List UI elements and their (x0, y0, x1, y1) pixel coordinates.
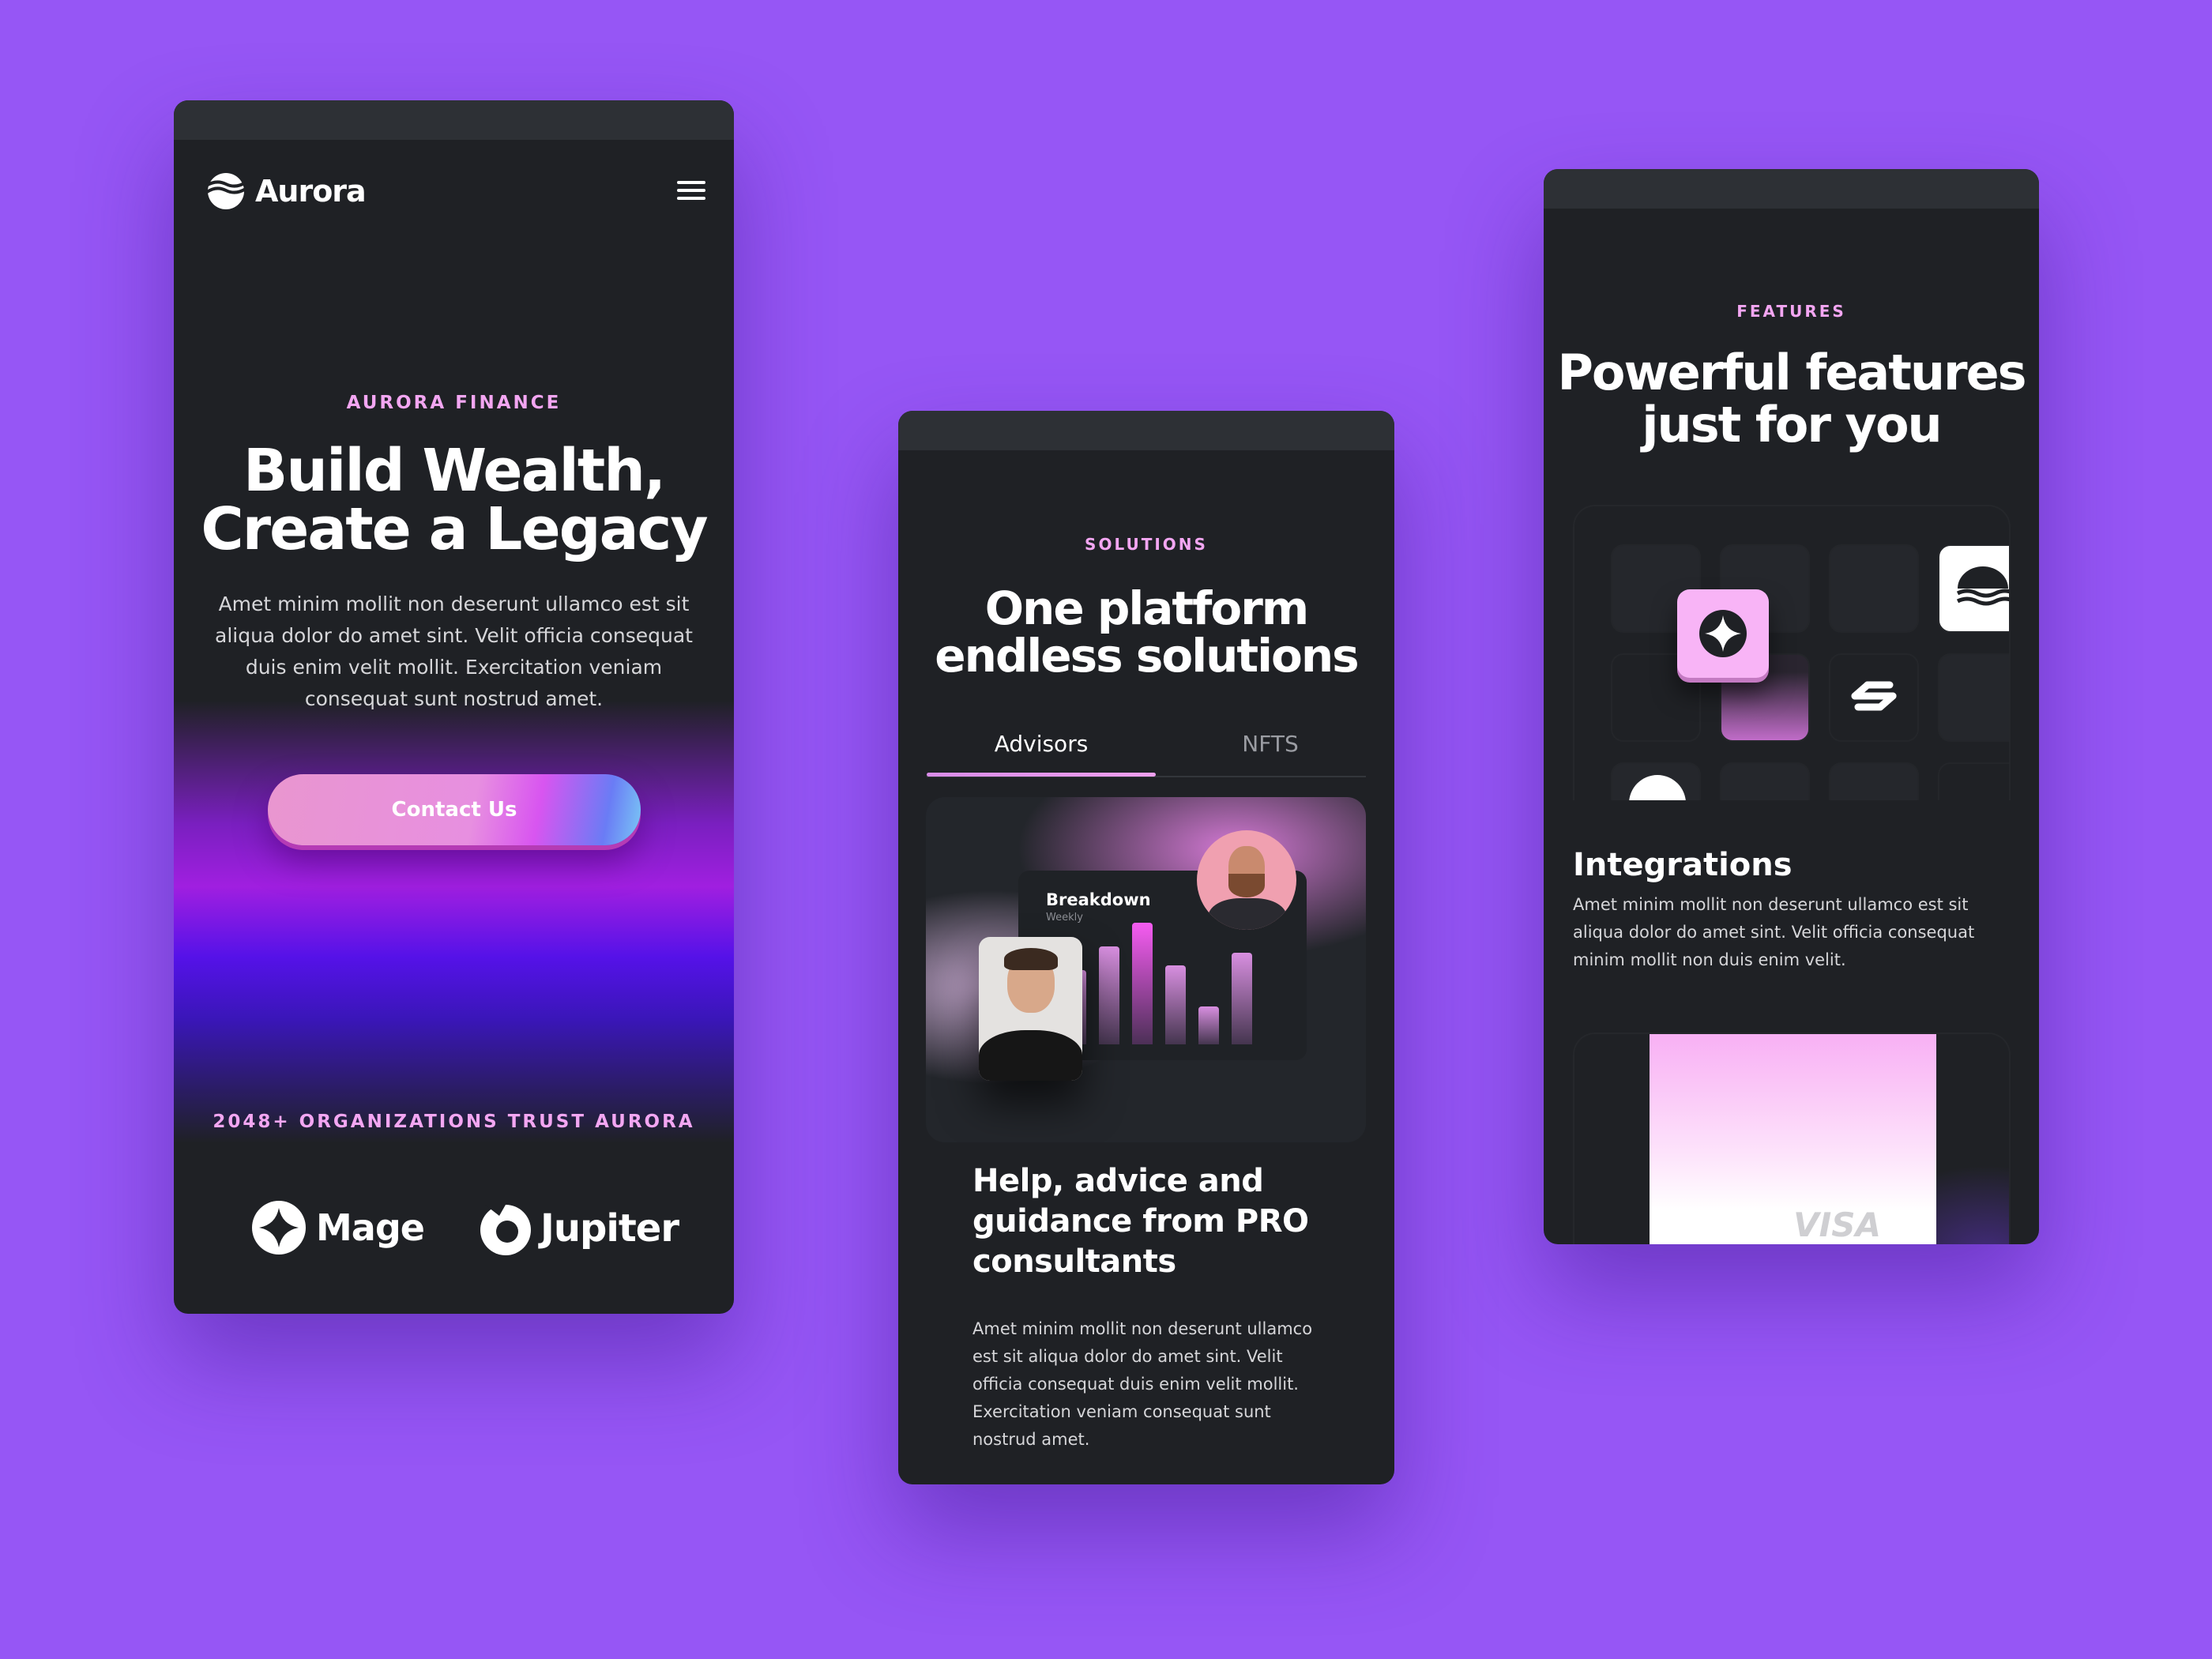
integrations-grid (1573, 505, 2011, 800)
title-line: just for you (1642, 396, 1942, 453)
page-title: Build Wealth, Create a Legacy (174, 442, 734, 559)
logo-jupiter: Jupiter (477, 1200, 679, 1257)
title-line: endless solutions (935, 629, 1359, 683)
hero-screen: Aurora AURORA FINANCE Build Wealth, Crea… (174, 100, 734, 1314)
status-bar (174, 100, 734, 140)
features-screen: FEATURES Powerful features just for you … (1544, 169, 2039, 1244)
title-line: Powerful features (1557, 344, 2026, 401)
integrations-title: Integrations (1573, 847, 1793, 883)
eyebrow: AURORA FINANCE (346, 393, 562, 413)
title-line: One platform (984, 581, 1310, 635)
logo-name: Mage (316, 1206, 425, 1249)
hero-description: Amet minim mollit non deserunt ullamco e… (215, 592, 693, 710)
eyebrow: FEATURES (1736, 302, 1846, 321)
breakdown-bar (1198, 1006, 1219, 1044)
aurora-glow (174, 701, 734, 1143)
breakdown-bar (1232, 953, 1252, 1044)
card-showcase: VISA (1573, 1033, 2011, 1244)
visa-card: VISA (1650, 1034, 1936, 1244)
molecule-icon (1851, 681, 1897, 711)
feature-description: Amet minim mollit non deserunt ullamco e… (972, 1319, 1313, 1449)
partial-logo-icon (1629, 775, 1686, 800)
status-bar (1544, 169, 2039, 209)
brand-logo[interactable]: Aurora (205, 171, 367, 211)
advisor-illustration: Breakdown Weekly (926, 797, 1366, 1142)
breakdown-bar (1132, 923, 1153, 1044)
logo-mage: Mage (251, 1200, 425, 1255)
title-line: Create a Legacy (201, 495, 708, 563)
advisor-photo (979, 937, 1082, 1081)
sparkle-icon (1699, 610, 1747, 657)
eyebrow: SOLUTIONS (1085, 535, 1208, 554)
section-title: One platform endless solutions (898, 585, 1394, 679)
title-line: Build Wealth, (243, 437, 666, 505)
section-title: Powerful features just for you (1544, 347, 2039, 451)
logo-name: Jupiter (540, 1206, 679, 1251)
menu-icon[interactable] (677, 176, 705, 205)
sparkle-logo-tile[interactable] (1677, 589, 1769, 678)
sparkle-badge-icon (252, 1201, 306, 1255)
solutions-screen: SOLUTIONS One platform endless solutions… (898, 411, 1394, 1484)
feature-title: Help, advice and guidance from PRO consu… (972, 1163, 1309, 1280)
brand-name: Aurora (255, 174, 367, 209)
breakdown-title: Breakdown (1046, 890, 1151, 909)
tab-nfts[interactable]: NFTS (1156, 731, 1385, 757)
wave-logo-tile[interactable] (1938, 544, 2009, 633)
breakdown-bar (1099, 946, 1119, 1044)
tab-advisors[interactable]: Advisors (927, 731, 1156, 757)
advisor-avatar (1197, 830, 1296, 930)
contact-us-button[interactable]: Contact Us (268, 774, 641, 845)
jupiter-ring-icon (480, 1205, 531, 1255)
trust-label: 2048+ ORGANIZATIONS TRUST AURORA (213, 1112, 695, 1132)
breakdown-bar (1165, 965, 1186, 1044)
integrations-description: Amet minim mollit non deserunt ullamco e… (1573, 895, 1975, 969)
visa-logo: VISA (1793, 1206, 1881, 1244)
active-tab-indicator (927, 773, 1156, 777)
waves-icon (1956, 566, 2009, 606)
dots-logo-tile[interactable] (1829, 653, 1919, 742)
bar-group (1066, 918, 1295, 1044)
status-bar (898, 411, 1394, 450)
aurora-wave-icon (205, 173, 247, 209)
